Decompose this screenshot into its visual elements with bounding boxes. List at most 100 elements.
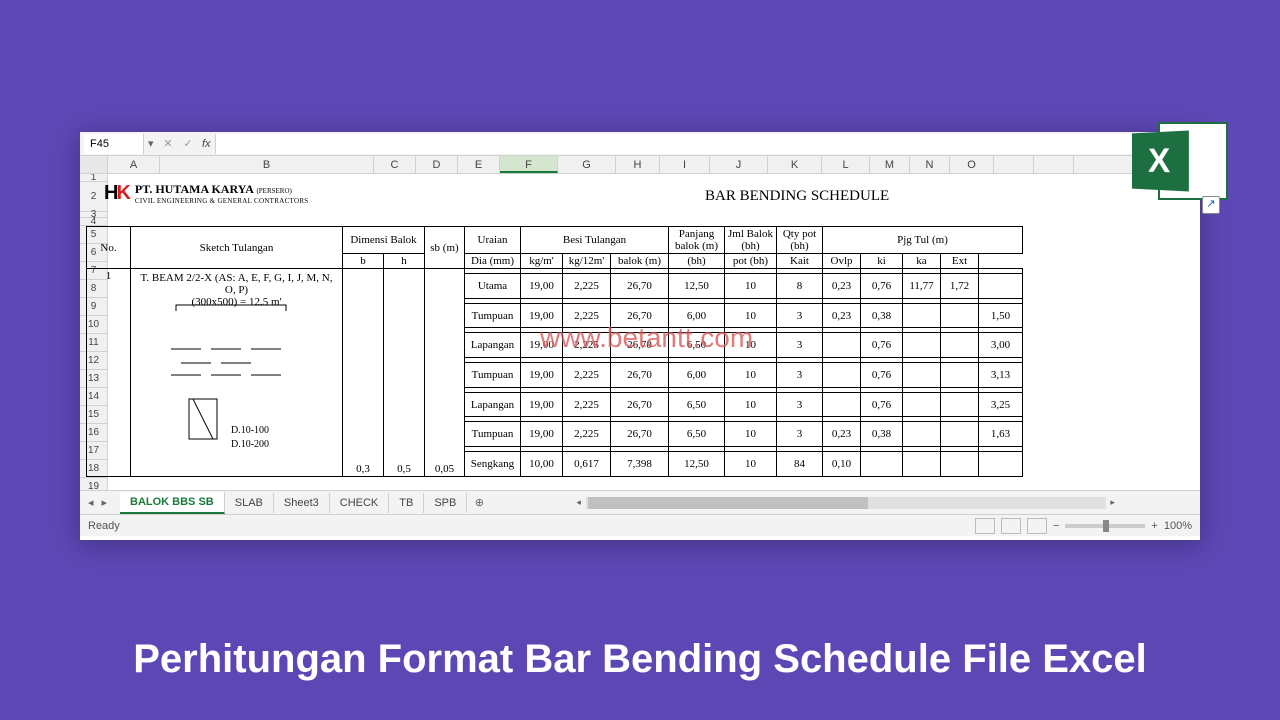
row-header[interactable]: 5: [80, 226, 108, 244]
th-bh: (bh): [669, 254, 725, 269]
zoom-slider[interactable]: [1065, 524, 1145, 528]
hscroll-left-icon[interactable]: ◂: [572, 497, 586, 508]
column-header[interactable]: I: [660, 156, 710, 173]
data-row: Tumpuan19,002,22526,706,001030,230,381,5…: [87, 303, 1023, 328]
excel-app-icon: X ↗: [1130, 114, 1228, 208]
beam-sub: (300x500) = 12.5 m': [134, 296, 339, 308]
data-row: Tumpuan19,002,22526,706,001030,763,13: [87, 363, 1023, 388]
company-tagline: CIVIL ENGINEERING & GENERAL CONTRACTORS: [135, 197, 309, 205]
column-header[interactable]: [994, 156, 1034, 173]
th-pot: pot (bh): [725, 254, 777, 269]
column-header[interactable]: B: [160, 156, 374, 173]
page-caption: Perhitungan Format Bar Bending Schedule …: [0, 637, 1280, 682]
th-dim-group: Dimensi Balok: [343, 227, 425, 254]
row-header[interactable]: 15: [80, 406, 108, 424]
cell-dim-h: 0,5: [384, 269, 425, 477]
formula-input[interactable]: [215, 134, 1200, 154]
th-dim-b: b: [343, 254, 384, 269]
th-balok: balok (m): [611, 254, 669, 269]
row-header[interactable]: 18: [80, 460, 108, 478]
cell-dim-sb: 0,05: [425, 269, 465, 477]
shortcut-arrow-icon: ↗: [1202, 196, 1220, 214]
cancel-formula-icon[interactable]: ✕: [158, 137, 178, 150]
row-header[interactable]: 4: [80, 218, 108, 226]
row-header[interactable]: 14: [80, 388, 108, 406]
column-header[interactable]: K: [768, 156, 822, 173]
company-name: PT. HUTAMA KARYA: [135, 182, 254, 196]
th-dia: Dia (mm): [465, 254, 521, 269]
sheet-tab[interactable]: SPB: [424, 493, 467, 513]
row-header[interactable]: 6: [80, 244, 108, 262]
schedule-table: No. Sketch Tulangan Dimensi Balok sb (m)…: [86, 226, 1023, 477]
row-header[interactable]: 7: [80, 262, 108, 280]
column-header[interactable]: D: [416, 156, 458, 173]
d-label-1: D.10-100: [231, 425, 269, 436]
column-header[interactable]: L: [822, 156, 870, 173]
company-suffix: (PERSERO): [256, 187, 291, 195]
row-header[interactable]: 2: [80, 182, 108, 212]
zoom-in-icon[interactable]: +: [1151, 520, 1157, 532]
watermark-text: www.betantt.com: [540, 322, 753, 354]
tab-next-icon[interactable]: ▸: [102, 496, 108, 509]
row-header[interactable]: 11: [80, 334, 108, 352]
th-qty: Qty pot (bh): [777, 227, 823, 254]
row-header[interactable]: 8: [80, 280, 108, 298]
view-normal-icon[interactable]: [975, 518, 995, 534]
row-header[interactable]: 19: [80, 478, 108, 490]
name-box[interactable]: F45: [84, 134, 144, 154]
status-ready: Ready: [88, 520, 120, 532]
d-label-2: D.10-200: [231, 439, 269, 450]
cell-dim-b: 0,3: [343, 269, 384, 477]
data-row: Sengkang10,000,6177,39812,5010840,10: [87, 452, 1023, 477]
add-sheet-icon[interactable]: ⊕: [467, 496, 491, 509]
column-header[interactable]: O: [950, 156, 994, 173]
row-header[interactable]: 13: [80, 370, 108, 388]
tab-prev-icon[interactable]: ◂: [88, 496, 94, 509]
row-header[interactable]: 1: [80, 174, 108, 182]
hscroll-right-icon[interactable]: ▸: [1106, 497, 1120, 508]
th-sb: sb (m): [425, 227, 465, 269]
column-header-selected[interactable]: F: [500, 156, 558, 173]
sheet-tab[interactable]: TB: [389, 493, 424, 513]
th-dim-h: h: [384, 254, 425, 269]
column-header[interactable]: J: [710, 156, 768, 173]
row-header[interactable]: 10: [80, 316, 108, 334]
th-uraian: Uraian: [465, 227, 521, 254]
column-header[interactable]: M: [870, 156, 910, 173]
sheet-tab-active[interactable]: BALOK BBS SB: [120, 492, 225, 514]
column-header[interactable]: G: [558, 156, 616, 173]
row-header[interactable]: 12: [80, 352, 108, 370]
fx-icon[interactable]: fx: [198, 138, 215, 150]
column-header[interactable]: [1034, 156, 1074, 173]
column-header[interactable]: N: [910, 156, 950, 173]
row-header[interactable]: 16: [80, 424, 108, 442]
row-header[interactable]: 17: [80, 442, 108, 460]
column-header[interactable]: A: [108, 156, 160, 173]
sheet-tabs-bar: ◂ ▸ BALOK BBS SB SLAB Sheet3 CHECK TB SP…: [80, 490, 1200, 514]
hscroll-track[interactable]: [586, 497, 1106, 509]
th-sketch: Sketch Tulangan: [131, 227, 343, 269]
th-ka: ka: [903, 254, 941, 269]
sheet-tab[interactable]: SLAB: [225, 493, 274, 513]
view-break-icon[interactable]: [1027, 518, 1047, 534]
column-header[interactable]: E: [458, 156, 500, 173]
name-box-dropdown-icon[interactable]: ▾: [148, 137, 158, 150]
row-header[interactable]: 9: [80, 298, 108, 316]
zoom-out-icon[interactable]: −: [1053, 520, 1059, 532]
sheet-tab[interactable]: CHECK: [330, 493, 390, 513]
column-header[interactable]: C: [374, 156, 416, 173]
view-layout-icon[interactable]: [1001, 518, 1021, 534]
formula-bar: F45 ▾ ✕ ✓ fx: [80, 132, 1200, 156]
sheet-tab[interactable]: Sheet3: [274, 493, 330, 513]
th-ext: Ext: [941, 254, 979, 269]
beam-title: T. BEAM 2/2-X (AS: A, E, F, G, I, J, M, …: [134, 270, 339, 296]
accept-formula-icon[interactable]: ✓: [178, 137, 198, 150]
th-kg12: kg/12m': [563, 254, 611, 269]
select-all-corner[interactable]: [80, 156, 108, 173]
spreadsheet-grid[interactable]: 1 2 3 4 5 6 7 8 9 10 11 12 13 14 15 16 1…: [80, 174, 1200, 490]
hscroll-thumb[interactable]: [588, 497, 868, 509]
column-header[interactable]: H: [616, 156, 660, 173]
th-kgm: kg/m': [521, 254, 563, 269]
zoom-level[interactable]: 100%: [1164, 520, 1192, 532]
th-pjg-group: Pjg Tul (m): [823, 227, 1023, 254]
